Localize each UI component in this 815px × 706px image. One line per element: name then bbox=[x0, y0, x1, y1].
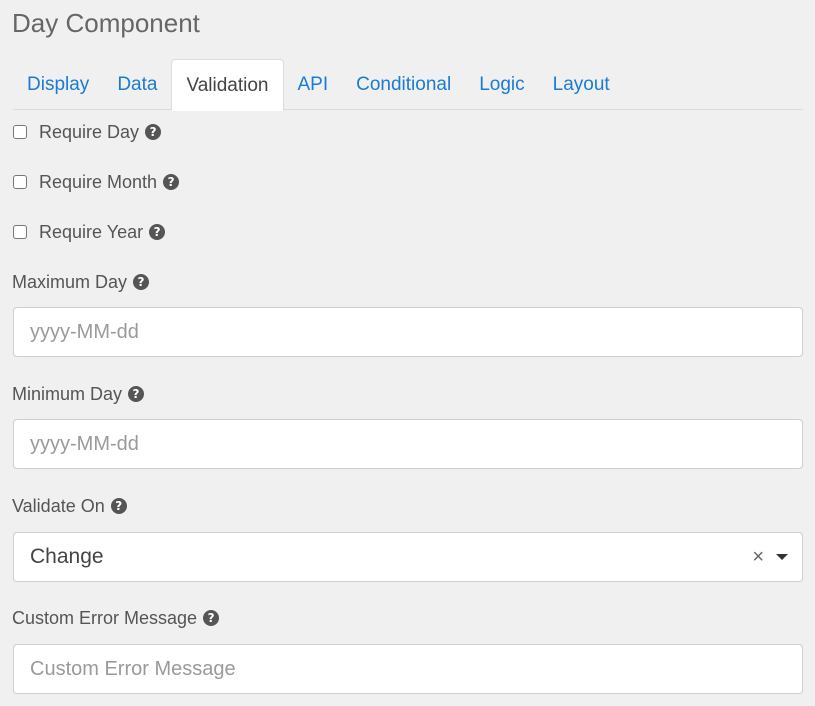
tab-validation[interactable]: Validation bbox=[171, 59, 284, 111]
maximum-day-input[interactable] bbox=[13, 307, 803, 357]
require-month-checkbox[interactable] bbox=[13, 175, 27, 189]
maximum-day-label: Maximum Day bbox=[12, 271, 128, 292]
minimum-day-label-row: Minimum Day ? bbox=[12, 382, 145, 406]
maximum-day-label-row: Maximum Day ? bbox=[12, 270, 150, 294]
question-circle-icon[interactable]: ? bbox=[128, 386, 145, 402]
custom-error-message-input[interactable] bbox=[13, 644, 803, 694]
question-circle-icon[interactable]: ? bbox=[149, 224, 166, 240]
require-year-label[interactable]: Require Year bbox=[39, 222, 143, 243]
require-year-row: Require Year ? bbox=[13, 220, 166, 244]
question-circle-icon[interactable]: ? bbox=[163, 174, 180, 190]
tab-data[interactable]: Data bbox=[103, 59, 171, 110]
validate-on-value: Change bbox=[30, 545, 104, 568]
tab-layout[interactable]: Layout bbox=[539, 59, 624, 110]
tab-logic[interactable]: Logic bbox=[465, 59, 538, 110]
tab-conditional[interactable]: Conditional bbox=[342, 59, 465, 110]
require-day-label[interactable]: Require Day bbox=[39, 122, 139, 143]
tab-api[interactable]: API bbox=[284, 59, 343, 110]
minimum-day-label: Minimum Day bbox=[12, 383, 123, 404]
require-month-row: Require Month ? bbox=[13, 170, 180, 194]
page-title: Day Component bbox=[12, 8, 200, 38]
validate-on-select[interactable]: Change × bbox=[13, 532, 803, 582]
caret-down-icon[interactable] bbox=[776, 554, 788, 560]
question-circle-icon[interactable]: ? bbox=[133, 274, 150, 290]
clear-icon[interactable]: × bbox=[752, 533, 764, 581]
question-circle-icon[interactable]: ? bbox=[145, 124, 162, 140]
require-year-checkbox[interactable] bbox=[13, 225, 27, 239]
minimum-day-input[interactable] bbox=[13, 419, 803, 469]
tab-bar: Display Data Validation API Conditional … bbox=[13, 59, 803, 111]
question-circle-icon[interactable]: ? bbox=[110, 498, 127, 514]
require-day-row: Require Day ? bbox=[13, 120, 162, 144]
validate-on-label-row: Validate On ? bbox=[12, 494, 127, 518]
require-month-label[interactable]: Require Month bbox=[39, 172, 157, 193]
require-day-checkbox[interactable] bbox=[13, 125, 27, 139]
custom-error-message-label-row: Custom Error Message ? bbox=[12, 606, 220, 630]
validate-on-label: Validate On bbox=[12, 495, 105, 516]
tab-display[interactable]: Display bbox=[13, 59, 103, 110]
question-circle-icon[interactable]: ? bbox=[203, 610, 220, 626]
custom-error-message-label: Custom Error Message bbox=[12, 607, 198, 628]
